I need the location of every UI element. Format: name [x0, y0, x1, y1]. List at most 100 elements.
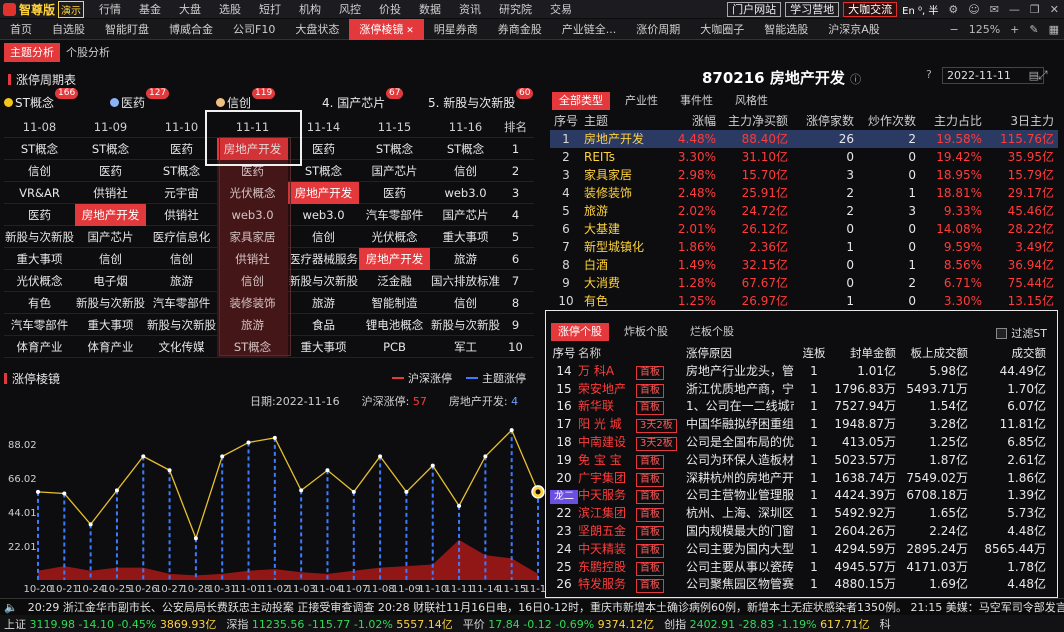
cycle-theme-cell[interactable]: 汽车零部件: [4, 314, 75, 336]
sector-row[interactable]: 2 REITs 3.30% 31.10亿 0 0 19.42% 35.95亿: [550, 148, 1058, 166]
cycle-theme-cell[interactable]: 房地产开发: [288, 181, 359, 204]
cycle-theme-cell[interactable]: ST概念: [146, 160, 217, 182]
stock-row[interactable]: 26 特发服务 首板 公司聚焦园区物管赛... 1 4880.15万 1.69亿 4.48亿: [550, 576, 1055, 594]
page-tab[interactable]: 券商金股: [488, 19, 552, 40]
top-button[interactable]: 学习营地: [785, 1, 840, 17]
cycle-theme-cell[interactable]: 国产芯片: [359, 160, 430, 182]
stock-name[interactable]: 中南建设: [578, 434, 636, 452]
minimize-icon[interactable]: —: [1004, 3, 1025, 16]
cycle-theme-cell[interactable]: 光伏概念: [217, 181, 288, 204]
cycle-theme-cell[interactable]: 医药: [359, 182, 430, 204]
cycle-theme-cell[interactable]: 体育产业: [4, 336, 75, 358]
cycle-theme-cell[interactable]: 重大事项: [4, 248, 75, 270]
stock-name[interactable]: 万 科A: [578, 363, 636, 381]
menu-item[interactable]: 交易: [541, 1, 581, 17]
cycle-date[interactable]: 11-11: [217, 116, 288, 138]
analysis-subtab[interactable]: 个股分析: [60, 43, 116, 62]
cycle-theme-cell[interactable]: 有色: [4, 292, 75, 314]
page-tab[interactable]: 博威合金: [159, 19, 223, 40]
sector-type-tab[interactable]: 产业性: [618, 92, 665, 110]
cycle-theme-cell[interactable]: ST概念: [288, 160, 359, 182]
sector-row[interactable]: 9 大消费 1.28% 67.67亿 0 2 6.71% 75.44亿: [550, 274, 1058, 292]
cycle-theme-cell[interactable]: 光伏概念: [359, 226, 430, 248]
cycle-date[interactable]: 11-10: [146, 116, 217, 138]
sector-row[interactable]: 6 大基建 2.01% 26.12亿 0 0 14.08% 28.22亿: [550, 220, 1058, 238]
cycle-theme-cell[interactable]: 供销社: [217, 247, 288, 270]
index-cy[interactable]: 创指 2402.91 -28.83 -1.19% 617.71亿: [664, 616, 869, 632]
cycle-theme-cell[interactable]: 信创: [217, 269, 288, 292]
cycle-theme-cell[interactable]: 泛金融: [359, 270, 430, 292]
cycle-date[interactable]: 11-14: [288, 116, 359, 138]
menu-item[interactable]: 选股: [210, 1, 250, 17]
cycle-theme-cell[interactable]: 锂电池概念: [359, 314, 430, 336]
cycle-date[interactable]: 11-08: [4, 116, 75, 138]
cycle-theme-cell[interactable]: 房地产开发: [75, 203, 146, 226]
cycle-date[interactable]: 11-09: [75, 116, 146, 138]
cycle-date[interactable]: 11-15: [359, 116, 430, 138]
page-tab[interactable]: 涨停棱镜 ✕: [349, 18, 424, 40]
cycle-theme-cell[interactable]: 新股与次新股: [288, 270, 359, 292]
cycle-theme-cell[interactable]: 智能制造: [359, 292, 430, 314]
sector-row[interactable]: 10 有色 1.25% 26.97亿 1 0 3.30% 13.15亿: [550, 292, 1058, 310]
cycle-theme-cell[interactable]: ST概念: [217, 335, 288, 358]
cycle-theme-cell[interactable]: 元宇宙: [146, 182, 217, 204]
theme-item[interactable]: ST概念 166: [4, 88, 110, 112]
top-button[interactable]: 门户网站: [727, 1, 782, 17]
cycle-theme-cell[interactable]: 光伏概念: [4, 270, 75, 292]
page-tab[interactable]: 智能选股: [754, 19, 818, 40]
stock-row[interactable]: 15 荣安地产 首板 浙江优质地产商，宁... 1 1796.83万 5493.71万 1.7…: [550, 381, 1055, 399]
cycle-theme-cell[interactable]: ST概念: [430, 138, 501, 160]
cycle-theme-cell[interactable]: 食品: [288, 314, 359, 336]
stock-row[interactable]: 24 中天精装 首板 公司主要为国内大型... 1 4294.59万 2895.24万 856…: [550, 541, 1055, 559]
cycle-theme-cell[interactable]: ST概念: [75, 138, 146, 160]
cycle-theme-cell[interactable]: 国六排放标准: [430, 270, 501, 292]
cycle-theme-cell[interactable]: 文化传媒: [146, 336, 217, 358]
help-icon[interactable]: ?: [926, 68, 932, 81]
cycle-theme-cell[interactable]: 电子烟: [75, 270, 146, 292]
page-tab[interactable]: 产业链全...: [552, 19, 627, 40]
analysis-subtab[interactable]: 主题分析: [4, 42, 60, 62]
stock-name[interactable]: 免 宝 宝: [578, 452, 636, 470]
cycle-theme-cell[interactable]: 汽车零部件: [359, 204, 430, 226]
cycle-theme-cell[interactable]: 国产芯片: [75, 226, 146, 248]
sector-row[interactable]: 5 旅游 2.02% 24.72亿 2 3 9.33% 45.46亿: [550, 202, 1058, 220]
stock-row[interactable]: 23 坚朗五金 首板 国内规模最大的门窗... 1 2604.26万 2.24亿 4.48亿: [550, 523, 1055, 541]
close-icon[interactable]: ✕: [1045, 3, 1064, 16]
maximize-icon[interactable]: ❐: [1025, 3, 1045, 16]
cycle-theme-cell[interactable]: 新股与次新股: [146, 314, 217, 336]
cycle-theme-cell[interactable]: 军工: [430, 336, 501, 358]
stock-name[interactable]: 滨江集团: [578, 505, 636, 523]
sector-row[interactable]: 4 装修装饰 2.48% 25.91亿 2 1 18.81% 29.17亿: [550, 184, 1058, 202]
stock-name[interactable]: 新华联: [578, 398, 636, 416]
info-icon[interactable]: ⓘ: [850, 73, 861, 86]
page-tab[interactable]: 涨价周期: [626, 19, 690, 40]
stock-tab[interactable]: 炸板个股: [617, 323, 675, 341]
menu-item[interactable]: 价投: [370, 1, 410, 17]
sector-type-tab[interactable]: 全部类型: [552, 92, 610, 110]
cycle-theme-cell[interactable]: 信创: [75, 248, 146, 270]
index-sh[interactable]: 上证 3119.98 -14.10 -0.45% 3869.93亿: [4, 616, 216, 632]
index-pj[interactable]: 平价 17.84 -0.12 -0.69% 9374.12亿: [463, 616, 654, 632]
cycle-theme-cell[interactable]: ST概念: [359, 138, 430, 160]
stock-row[interactable]: 18 中南建设 3天2板 公司是全国布局的优... 1 413.05万 1.25亿 6.85亿: [550, 434, 1055, 452]
theme-item[interactable]: 5. 新股与次新股 60: [428, 88, 534, 112]
cycle-theme-cell[interactable]: 装修装饰: [217, 291, 288, 314]
stock-row[interactable]: 19 免 宝 宝首板 公司为环保人造板材... 1 5023.57万 1.87亿 2.61亿: [550, 452, 1055, 470]
page-tab[interactable]: 首页: [0, 19, 42, 40]
theme-item[interactable]: 4. 国产芯片 67: [322, 88, 428, 112]
cycle-theme-cell[interactable]: web3.0: [430, 182, 501, 204]
cycle-theme-cell[interactable]: 医药: [217, 159, 288, 182]
stock-row[interactable]: 22 滨江集团 首板 杭州、上海、深圳区... 1 5492.92万 1.65亿 5.73亿: [550, 505, 1055, 523]
stock-name[interactable]: 中天精装: [578, 541, 636, 559]
cycle-theme-cell[interactable]: 房地产开发: [359, 247, 430, 270]
cycle-theme-cell[interactable]: 国产芯片: [430, 204, 501, 226]
tab-close-icon[interactable]: ✕: [403, 26, 414, 36]
sector-row[interactable]: 8 白酒 1.49% 32.15亿 0 1 8.56% 36.94亿: [550, 256, 1058, 274]
menu-item[interactable]: 机构: [290, 1, 330, 17]
page-tab[interactable]: 公司F10: [223, 19, 285, 40]
page-tab[interactable]: 明星券商: [424, 19, 488, 40]
theme-item[interactable]: 信创 119: [216, 88, 322, 112]
stock-name[interactable]: 荣安地产: [578, 381, 636, 399]
cycle-theme-cell[interactable]: 信创: [430, 160, 501, 182]
cycle-theme-cell[interactable]: VR&AR: [4, 182, 75, 204]
